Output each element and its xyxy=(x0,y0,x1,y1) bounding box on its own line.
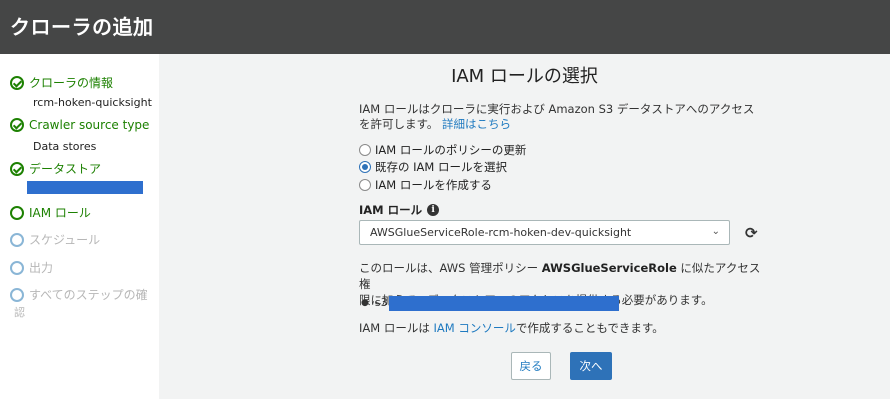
circle-icon xyxy=(10,205,24,220)
redacted-s3-path xyxy=(389,296,619,311)
console-note-text-cont: で作成することもできます。 xyxy=(515,321,664,335)
radio-label: IAM ロールのポリシーの更新 xyxy=(375,143,527,157)
description-line-1: IAM ロールはクローラに実行および Amazon S3 データストアへのアクセ… xyxy=(359,102,755,116)
s3-path-item: ● s3: xyxy=(361,296,391,309)
radio-button[interactable] xyxy=(359,179,371,191)
radio-button[interactable] xyxy=(359,144,371,156)
radio-choose-existing[interactable]: 既存の IAM ロールを選択 xyxy=(359,159,507,175)
iam-role-selected-value: AWSGlueServiceRole-rcm-hoken-dev-quicksi… xyxy=(370,226,632,239)
circle-icon xyxy=(10,260,24,275)
info-icon[interactable]: i xyxy=(427,204,440,216)
step-label: IAM ロール xyxy=(29,206,91,220)
console-note-text: IAM ロールは xyxy=(359,321,434,335)
iam-role-label-text: IAM ロール xyxy=(359,203,423,217)
circle-icon xyxy=(10,232,24,247)
description-line-2: を許可します。 xyxy=(359,117,439,131)
step-crawler-source-type[interactable]: Crawler source type xyxy=(10,118,149,132)
step-source-type-value: Data stores xyxy=(33,140,97,153)
back-button[interactable]: 戻る xyxy=(511,352,551,380)
iam-console-link[interactable]: IAM コンソール xyxy=(434,321,516,335)
check-circle-icon xyxy=(10,75,24,90)
bullet-icon: ● xyxy=(361,297,369,308)
iam-role-select[interactable]: AWSGlueServiceRole-rcm-hoken-dev-quicksi… xyxy=(359,220,730,245)
managed-policy-name: AWSGlueServiceRole xyxy=(541,261,677,275)
console-note: IAM ロールは IAM コンソールで作成することもできます。 xyxy=(359,320,664,336)
radio-update-policy[interactable]: IAM ロールのポリシーの更新 xyxy=(359,142,526,158)
chevron-down-icon: ⌄ xyxy=(711,226,720,237)
step-schedule: スケジュール xyxy=(10,231,100,248)
main-panel: IAM ロールの選択 IAM ロールはクローラに実行および Amazon S3 … xyxy=(159,54,890,399)
step-label: スケジュール xyxy=(29,233,101,247)
refresh-icon[interactable]: ⟳ xyxy=(745,224,758,242)
step-label-continued: 認 xyxy=(14,306,25,319)
step-label: 出力 xyxy=(29,261,54,275)
policy-note-text: このロールは、AWS 管理ポリシー xyxy=(359,261,542,275)
description: IAM ロールはクローラに実行および Amazon S3 データストアへのアクセ… xyxy=(359,102,759,132)
redacted-data-store-value xyxy=(27,181,143,194)
check-circle-icon xyxy=(10,118,24,132)
learn-more-link[interactable]: 詳細はこちら xyxy=(442,117,511,131)
step-crawler-name: rcm-hoken-quicksight xyxy=(33,96,152,109)
radio-label: 既存の IAM ロールを選択 xyxy=(375,160,507,174)
step-output: 出力 xyxy=(10,259,53,276)
step-review: すべてのステップの確 xyxy=(10,286,148,303)
section-title: IAM ロールの選択 xyxy=(451,66,598,87)
app-header: クローラの追加 xyxy=(0,0,890,54)
step-label: すべてのステップの確 xyxy=(29,288,148,302)
check-circle-icon xyxy=(10,161,24,176)
step-label: クローラの情報 xyxy=(29,76,114,90)
circle-icon xyxy=(10,287,24,302)
radio-create-role[interactable]: IAM ロールを作成する xyxy=(359,177,492,193)
step-data-store[interactable]: データストア xyxy=(10,160,101,177)
page-title: クローラの追加 xyxy=(10,15,154,39)
iam-role-field-label: IAM ロール i xyxy=(359,202,440,218)
radio-button-selected[interactable] xyxy=(359,161,371,173)
next-button[interactable]: 次へ xyxy=(570,352,612,380)
radio-label: IAM ロールを作成する xyxy=(375,178,492,192)
step-crawler-info[interactable]: クローラの情報 xyxy=(10,74,113,91)
step-label: データストア xyxy=(29,162,102,176)
wizard-steps-sidebar: クローラの情報 rcm-hoken-quicksight Crawler sou… xyxy=(0,54,159,399)
step-iam-role[interactable]: IAM ロール xyxy=(10,204,91,221)
step-label: Crawler source type xyxy=(29,118,150,132)
